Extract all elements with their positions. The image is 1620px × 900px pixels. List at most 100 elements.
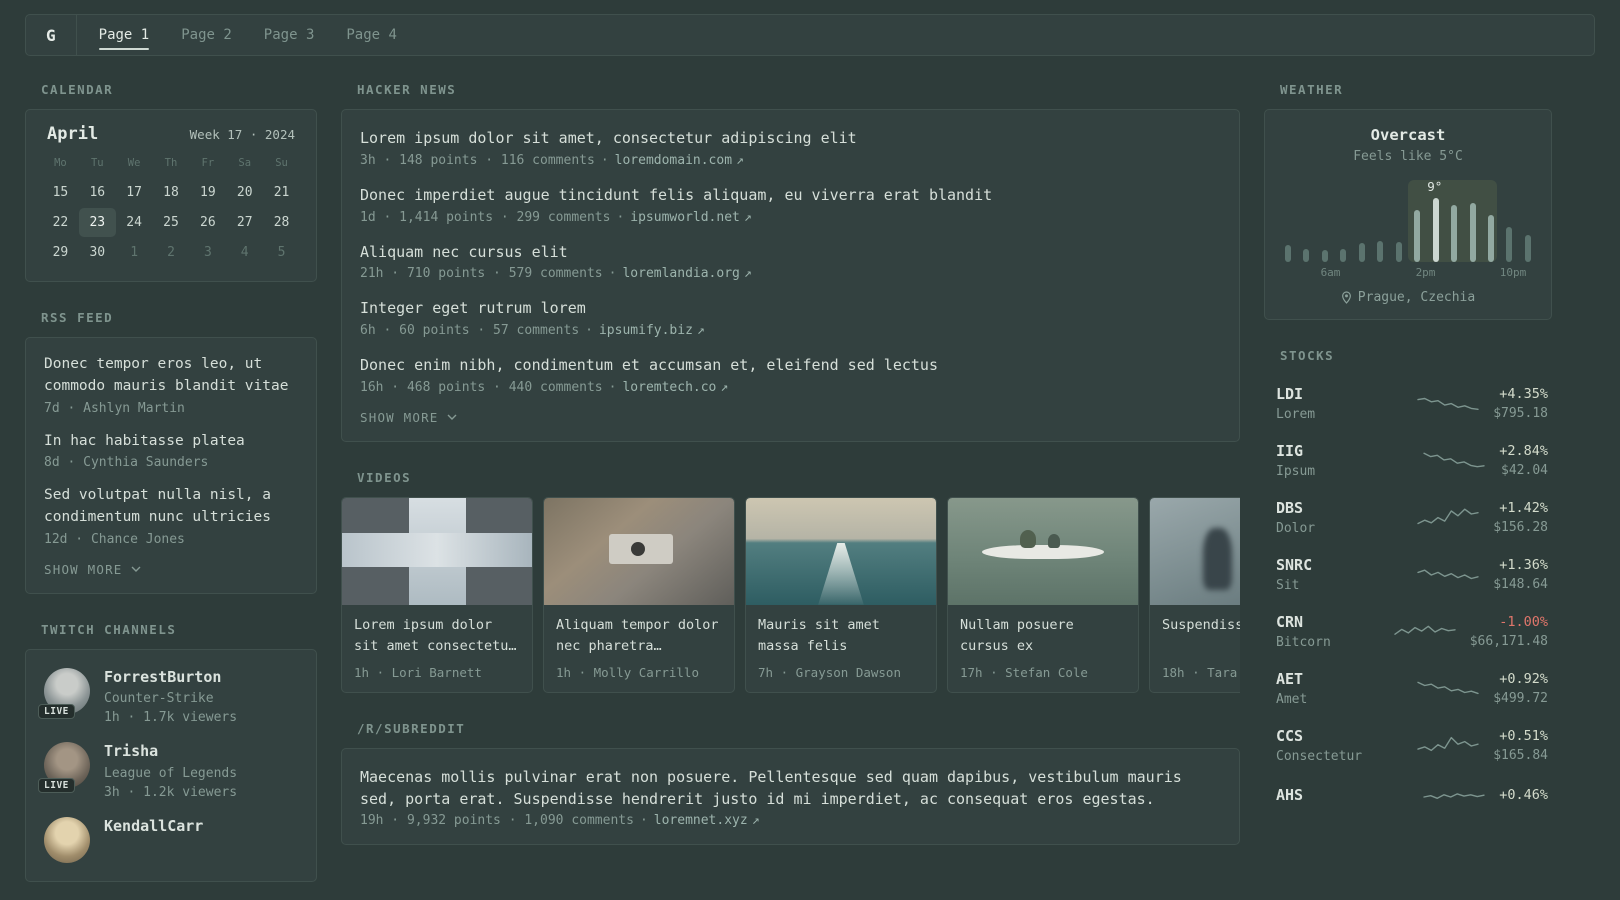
stock-row[interactable]: AHS +0.46% (1274, 774, 1550, 820)
stock-symbol[interactable]: SNRC (1276, 556, 1403, 574)
calendar-day[interactable]: 24 (116, 208, 153, 237)
stock-row[interactable]: SNRC Sit +1.36% $148.64 (1274, 546, 1550, 603)
tab-page-2[interactable]: Page 2 (181, 15, 232, 55)
rss-item-title[interactable]: Sed volutpat nulla nisl, a condimentum n… (44, 485, 298, 529)
hn-item-domain-link[interactable]: loremtech.co ↗ (622, 380, 728, 395)
video-thumbnail[interactable] (948, 497, 1138, 605)
calendar-widget: CALENDAR April Week 17 · 2024 Mo Tu We T… (25, 82, 317, 282)
video-thumbnail[interactable] (342, 497, 532, 605)
twitch-channel[interactable]: LIVE ForrestBurton Counter-Strike 1h · 1… (38, 667, 298, 725)
stock-id: IIG Ipsum (1276, 442, 1409, 479)
hn-item-domain-link[interactable]: ipsumworld.net ↗ (630, 210, 751, 225)
calendar-dow: We (127, 157, 141, 169)
video-title[interactable]: Aliquam tempor dolor nec pharetra… (556, 615, 722, 657)
stock-row[interactable]: CCS Consectetur +0.51% $165.84 (1274, 717, 1550, 774)
stock-row[interactable]: CRN Bitcorn -1.00% $66,171.48 (1274, 603, 1550, 660)
stock-price: $795.18 (1493, 406, 1548, 421)
rss-item-title[interactable]: Donec tempor eros leo, ut commodo mauris… (44, 354, 298, 398)
channel-game: League of Legends (104, 765, 238, 781)
calendar-day[interactable]: 30 (79, 238, 116, 267)
stock-values: +0.46% (1499, 787, 1548, 807)
channel-name[interactable]: Trisha (104, 742, 237, 762)
video-thumbnail[interactable] (746, 497, 936, 605)
calendar-day[interactable]: 28 (263, 208, 300, 237)
calendar-day-next-month[interactable]: 4 (226, 238, 263, 267)
video-title[interactable]: Suspendisse diam (1162, 615, 1240, 657)
avatar: LIVE (38, 667, 90, 719)
hn-item-title[interactable]: Donec imperdiet augue tincidunt felis al… (360, 185, 1221, 207)
video-title[interactable]: Nullam posuere cursus ex (960, 615, 1126, 657)
twitch-channel[interactable]: LIVE Trisha League of Legends 3h · 1.2k … (38, 742, 298, 800)
calendar-day-next-month[interactable]: 2 (153, 238, 190, 267)
stock-row[interactable]: DBS Dolor +1.42% $156.28 (1274, 489, 1550, 546)
stock-symbol[interactable]: AET (1276, 670, 1403, 688)
calendar-day[interactable]: 26 (189, 208, 226, 237)
tab-page-4[interactable]: Page 4 (346, 15, 397, 55)
subreddit-domain-link[interactable]: loremnet.xyz ↗ (654, 813, 760, 828)
calendar-day[interactable]: 25 (153, 208, 190, 237)
video-thumbnail[interactable] (544, 497, 734, 605)
twitch-channel[interactable]: KendallCarr (44, 816, 298, 863)
calendar-widget-title: CALENDAR (41, 82, 114, 97)
calendar-day-selected[interactable]: 23 (78, 208, 116, 237)
rss-item-title[interactable]: In hac habitasse platea (44, 431, 298, 453)
tab-page-1[interactable]: Page 1 (98, 15, 149, 55)
hn-item-stats: 21h · 710 points · 579 comments (360, 266, 603, 282)
subreddit-widget: /R/SUBREDDIT Maecenas mollis pulvinar er… (341, 721, 1240, 846)
video-card[interactable]: Mauris sit amet massa felis 7h · Grayson… (745, 496, 937, 693)
channel-name[interactable]: KendallCarr (104, 817, 203, 837)
video-thumbnail[interactable] (1150, 497, 1240, 605)
video-card[interactable]: Suspendisse diam 18h · Tara (1149, 496, 1240, 693)
calendar-day[interactable]: 21 (263, 178, 300, 207)
stock-symbol[interactable]: DBS (1276, 499, 1403, 517)
external-link-icon: ↗ (736, 152, 744, 168)
hn-item-title[interactable]: Donec enim nibh, condimentum et accumsan… (360, 355, 1221, 377)
stock-symbol[interactable]: LDI (1276, 385, 1403, 403)
hn-item-domain-link[interactable]: loremdomain.com ↗ (615, 153, 744, 168)
stock-symbol[interactable]: IIG (1276, 442, 1409, 460)
rss-show-more-button[interactable]: SHOW MORE (44, 562, 141, 577)
rss-widget-title: RSS FEED (41, 310, 114, 325)
hn-item-title[interactable]: Integer eget rutrum lorem (360, 298, 1221, 320)
hn-show-more-button[interactable]: SHOW MORE (360, 410, 457, 425)
weather-bar (1414, 209, 1421, 262)
stock-row[interactable]: LDI Lorem +4.35% $795.18 (1274, 375, 1550, 432)
stock-name: Ipsum (1276, 464, 1316, 479)
video-title[interactable]: Lorem ipsum dolor sit amet consectetu… (354, 615, 520, 657)
calendar-day[interactable]: 19 (189, 178, 226, 207)
stock-row[interactable]: AET Amet +0.92% $499.72 (1274, 660, 1550, 717)
video-card[interactable]: Lorem ipsum dolor sit amet consectetu… 1… (341, 496, 533, 693)
stock-row[interactable]: IIG Ipsum +2.84% $42.04 (1274, 432, 1550, 489)
calendar-day[interactable]: 29 (42, 238, 79, 267)
hn-item-domain-link[interactable]: loremlandia.org ↗ (622, 266, 751, 281)
calendar-day[interactable]: 27 (226, 208, 263, 237)
calendar-day[interactable]: 16 (79, 178, 116, 207)
calendar-day[interactable]: 17 (116, 178, 153, 207)
stock-symbol[interactable]: CRN (1276, 613, 1380, 631)
channel-name[interactable]: ForrestBurton (104, 668, 237, 688)
stock-symbol[interactable]: AHS (1276, 786, 1409, 804)
calendar-day-next-month[interactable]: 5 (263, 238, 300, 267)
tab-page-3[interactable]: Page 3 (264, 15, 315, 55)
calendar-day[interactable]: 20 (226, 178, 263, 207)
hn-item-domain-link[interactable]: ipsumify.biz ↗ (599, 323, 705, 338)
subreddit-post-title[interactable]: Maecenas mollis pulvinar erat non posuer… (360, 767, 1221, 811)
stock-symbol[interactable]: CCS (1276, 727, 1403, 745)
calendar-day[interactable]: 18 (153, 178, 190, 207)
hn-item-title[interactable]: Aliquam nec cursus elit (360, 242, 1221, 264)
calendar-day-next-month[interactable]: 1 (116, 238, 153, 267)
chevron-down-icon (447, 414, 457, 421)
video-body: Lorem ipsum dolor sit amet consectetu… 1… (342, 605, 532, 692)
videos-widget-title: VIDEOS (357, 469, 412, 485)
video-title[interactable]: Mauris sit amet massa felis (758, 615, 924, 657)
rss-widget: RSS FEED Donec tempor eros leo, ut commo… (25, 310, 317, 594)
channel-game: Counter-Strike (104, 691, 214, 707)
calendar-day-next-month[interactable]: 3 (189, 238, 226, 267)
hn-item-title[interactable]: Lorem ipsum dolor sit amet, consectetur … (360, 128, 1221, 150)
video-card[interactable]: Nullam posuere cursus ex 17h · Stefan Co… (947, 496, 1139, 693)
stock-id: AHS (1276, 786, 1409, 808)
stock-values: +1.36% $148.64 (1493, 557, 1548, 592)
calendar-day[interactable]: 15 (42, 178, 79, 207)
calendar-day[interactable]: 22 (42, 208, 79, 237)
video-card[interactable]: Aliquam tempor dolor nec pharetra… 1h · … (543, 496, 735, 693)
